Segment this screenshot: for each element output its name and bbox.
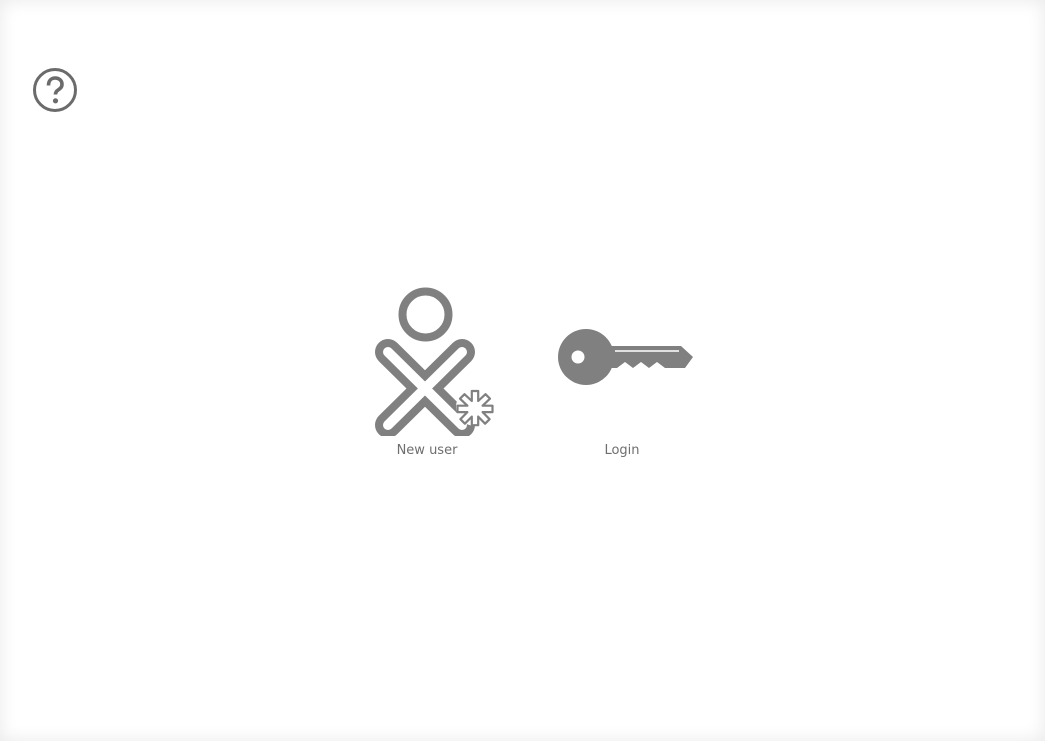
key-icon	[558, 329, 693, 385]
xo-person-new-icon	[375, 287, 494, 436]
login-screen: New user Login	[0, 0, 1045, 741]
new-user-option[interactable]: New user	[366, 284, 498, 464]
new-user-label: New user	[396, 443, 458, 458]
login-option[interactable]: Login	[553, 284, 695, 464]
help-circle-icon	[33, 68, 77, 112]
help-button[interactable]	[32, 67, 78, 113]
login-label: Login	[604, 443, 640, 458]
